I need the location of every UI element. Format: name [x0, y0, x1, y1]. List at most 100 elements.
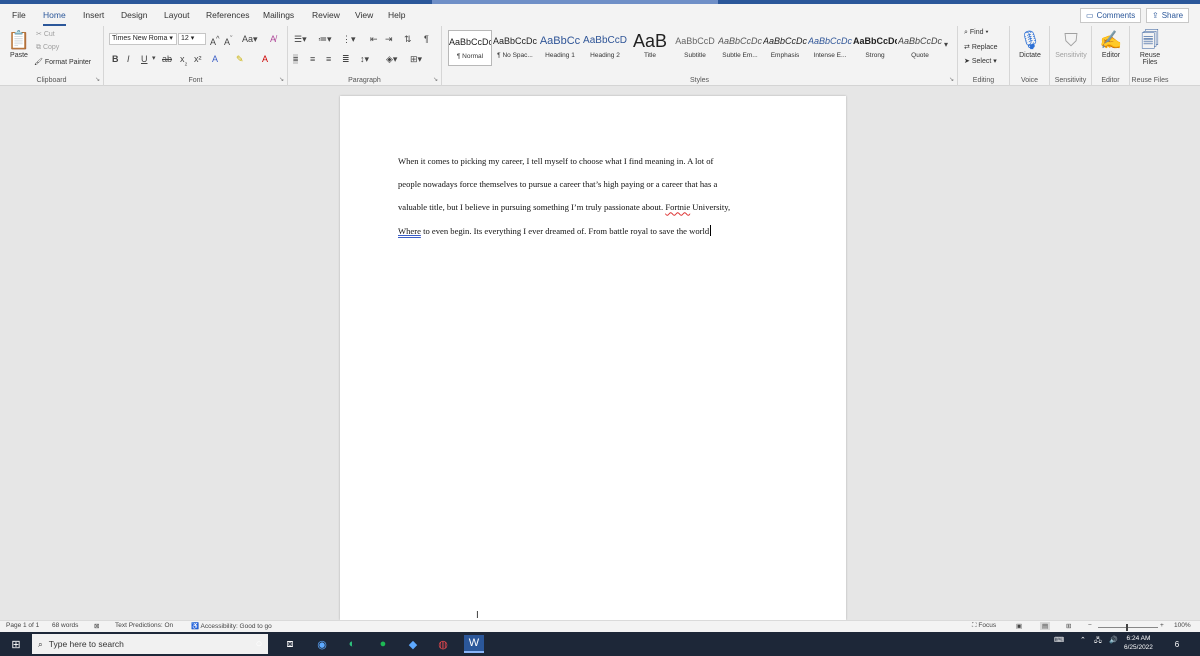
grow-font-icon[interactable]: A^ — [210, 34, 220, 47]
document-page[interactable]: When it comes to picking my career, I te… — [340, 96, 846, 620]
zoom-in-button[interactable]: + — [1160, 622, 1164, 629]
font-family-select[interactable]: Times New Roma ▾ — [109, 33, 177, 45]
style-quote[interactable]: AaBbCcDc Quote — [898, 30, 942, 66]
tab-view[interactable]: View — [355, 10, 373, 20]
replace-button[interactable]: ⇄ Replace — [964, 43, 998, 51]
accessibility-status[interactable]: ♿ Accessibility: Good to go — [191, 622, 272, 630]
shrink-font-icon[interactable]: Aˇ — [224, 34, 233, 47]
paragraph-launcher-icon[interactable]: ↘ — [433, 76, 438, 83]
notification-icon[interactable]: 6 — [1168, 635, 1186, 653]
zoom-out-button[interactable]: − — [1088, 622, 1092, 629]
edge-icon[interactable]: ◐ — [343, 635, 361, 653]
proofing-icon[interactable]: ⊠ — [94, 622, 99, 630]
style-title[interactable]: AaB Title — [628, 30, 672, 66]
style-no-spacing[interactable]: AaBbCcDc ¶ No Spac... — [493, 30, 537, 66]
tab-review[interactable]: Review — [312, 10, 340, 20]
zoom-level[interactable]: 100% — [1174, 622, 1191, 629]
change-case-icon[interactable]: Aa▾ — [242, 34, 258, 44]
network-icon[interactable]: 🖧 — [1094, 636, 1102, 647]
tab-home[interactable]: Home — [43, 10, 66, 26]
style-subtle-emphasis[interactable]: AaBbCcDc Subtle Em... — [718, 30, 762, 66]
reuse-files-button[interactable]: 🗐 Reuse Files — [1132, 28, 1168, 66]
windows-start-icon[interactable]: ⊞ — [7, 635, 25, 653]
align-right-icon[interactable]: ≡ — [326, 54, 331, 64]
print-layout-icon[interactable]: ▤ — [1040, 622, 1051, 630]
format-painter-button[interactable]: 🖌 Format Painter — [34, 58, 91, 66]
clock[interactable]: 6:24 AM 6/25/2022 — [1124, 634, 1153, 652]
dialog-launcher-icon[interactable]: ↘ — [95, 76, 100, 83]
sort-icon[interactable]: ⇅ — [404, 34, 412, 44]
tray-chevron-icon[interactable]: ⌃ — [1080, 636, 1086, 644]
font-launcher-icon[interactable]: ↘ — [279, 76, 284, 83]
highlight-icon[interactable]: ✎ — [236, 54, 244, 64]
align-center-icon[interactable]: ≡ — [310, 54, 315, 64]
subscript-icon[interactable]: x₂ — [180, 54, 187, 68]
justify-icon[interactable]: ≣ — [342, 54, 350, 64]
copy-button[interactable]: ⧉ Copy — [36, 44, 59, 52]
grammar-flag-word[interactable]: Where — [398, 226, 421, 236]
find-button[interactable]: ⌕ Find ▾ — [964, 29, 988, 37]
decrease-indent-icon[interactable]: ⇤ — [370, 34, 378, 44]
cortana-icon[interactable]: ○ — [250, 635, 268, 653]
tab-layout[interactable]: Layout — [164, 10, 190, 20]
document-body[interactable]: When it comes to picking my career, I te… — [398, 150, 798, 243]
superscript-icon[interactable]: x² — [194, 54, 202, 64]
style-strong[interactable]: AaBbCcDc Strong — [853, 30, 897, 66]
strikethrough-icon[interactable]: ab — [162, 54, 172, 64]
styles-launcher-icon[interactable]: ↘ — [949, 76, 954, 83]
style-normal[interactable]: AaBbCcDc ¶ Normal — [448, 30, 492, 66]
comments-button[interactable]: ▭ Comments — [1080, 8, 1142, 23]
text-effects-icon[interactable]: A — [212, 54, 218, 64]
spotify-icon[interactable]: ● — [374, 635, 392, 653]
style-intense-emphasis[interactable]: AaBbCcDc Intense E... — [808, 30, 852, 66]
font-size-select[interactable]: 12 ▾ — [178, 33, 206, 45]
italic-icon[interactable]: I — [127, 54, 130, 64]
numbering-icon[interactable]: ≔▾ — [318, 34, 332, 44]
tab-help[interactable]: Help — [388, 10, 405, 20]
chrome-icon[interactable]: ◍ — [434, 635, 452, 653]
paste-button[interactable]: 📋 Paste — [6, 28, 32, 59]
read-mode-icon[interactable]: ▣ — [1016, 622, 1022, 630]
pilcrow-icon[interactable]: ¶ — [424, 34, 429, 44]
style-heading-2[interactable]: AaBbCcD Heading 2 — [583, 30, 627, 66]
tab-mailings[interactable]: Mailings — [263, 10, 294, 20]
zoom-slider[interactable] — [1098, 624, 1158, 631]
sensitivity-button[interactable]: ⛉ Sensitivity — [1051, 28, 1091, 59]
dictate-button[interactable]: 🎙 Dictate — [1012, 28, 1048, 59]
task-view-icon[interactable]: ⧈ — [281, 635, 299, 653]
clear-formatting-icon[interactable]: A̸ — [270, 34, 276, 44]
text-predictions-status[interactable]: Text Predictions: On — [115, 622, 173, 629]
shading-icon[interactable]: ◈▾ — [386, 54, 397, 64]
tab-design[interactable]: Design — [121, 10, 147, 20]
keyboard-icon[interactable]: ⌨ — [1054, 636, 1064, 644]
align-left-icon[interactable]: ≡ — [293, 54, 299, 64]
multilevel-list-icon[interactable]: ⋮▾ — [342, 34, 356, 44]
volume-icon[interactable]: 🔊 — [1109, 636, 1118, 644]
underline-dropdown-icon[interactable]: ▾ — [152, 54, 156, 64]
web-layout-icon[interactable]: ⊞ — [1066, 622, 1071, 630]
style-emphasis[interactable]: AaBbCcDc Emphasis — [763, 30, 807, 66]
editor-button[interactable]: ✍ Editor — [1093, 28, 1129, 59]
borders-icon[interactable]: ⊞▾ — [410, 54, 422, 64]
style-subtitle[interactable]: AaBbCcD Subtitle — [673, 30, 717, 66]
page-count[interactable]: Page 1 of 1 — [6, 622, 39, 629]
underline-icon[interactable]: U — [141, 54, 148, 64]
taskbar-search-box[interactable]: ⌕ Type here to search — [32, 634, 268, 654]
tab-insert[interactable]: Insert — [83, 10, 104, 20]
font-color-icon[interactable]: A — [262, 54, 268, 64]
style-heading-1[interactable]: AaBbCc Heading 1 — [538, 30, 582, 66]
share-button[interactable]: ⇪ Share — [1146, 8, 1190, 23]
tab-file[interactable]: File — [12, 10, 26, 20]
line-spacing-icon[interactable]: ↕▾ — [360, 54, 369, 64]
messenger-icon[interactable]: ◉ — [313, 635, 331, 653]
increase-indent-icon[interactable]: ⇥ — [385, 34, 393, 44]
styles-more-icon[interactable]: ▾ — [944, 40, 948, 50]
app-icon[interactable]: ◆ — [404, 635, 422, 653]
spelling-error-word[interactable]: Fortnie — [665, 202, 690, 212]
bold-icon[interactable]: B — [112, 54, 119, 64]
tab-references[interactable]: References — [206, 10, 249, 20]
word-count[interactable]: 68 words — [52, 622, 78, 629]
focus-button[interactable]: ⛶ Focus — [972, 622, 996, 630]
select-button[interactable]: ➤ Select ▾ — [964, 57, 997, 65]
word-icon[interactable]: W — [464, 635, 484, 653]
